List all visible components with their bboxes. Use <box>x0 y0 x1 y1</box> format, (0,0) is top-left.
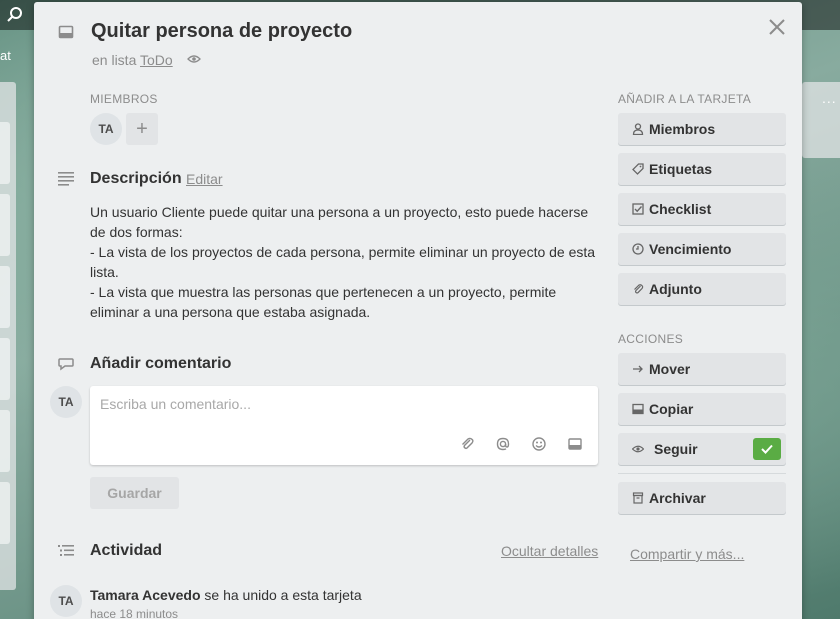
members-button[interactable]: Miembros <box>618 113 786 145</box>
checklist-button[interactable]: Checklist <box>618 193 786 225</box>
comment-box[interactable] <box>90 386 598 465</box>
tag-icon <box>632 163 644 175</box>
description-text[interactable]: Un usuario Cliente puede quitar una pers… <box>90 202 605 322</box>
card-icon <box>58 25 74 39</box>
description-line: - La vista que muestra las personas que … <box>90 284 557 320</box>
background-card <box>0 410 10 472</box>
in-list-prefix: en lista <box>92 52 137 68</box>
description-icon <box>58 172 74 186</box>
members-label: MIEMBROS <box>90 92 158 106</box>
sidebar-divider <box>618 473 786 474</box>
actions-label: ACCIONES <box>618 332 684 346</box>
description-line: Un usuario Cliente puede quitar una pers… <box>90 204 589 240</box>
board-title-fragment[interactable]: at <box>0 48 11 63</box>
attachment-button[interactable]: Adjunto <box>618 273 786 305</box>
emoji-icon[interactable] <box>531 436 547 452</box>
attachment-icon[interactable] <box>459 436 475 452</box>
comment-icon <box>58 358 74 371</box>
activity-icon <box>58 545 74 556</box>
move-button-label: Mover <box>649 361 691 377</box>
eye-icon <box>187 55 201 63</box>
card-title[interactable]: Quitar persona de proyecto <box>91 20 352 43</box>
comment-input[interactable] <box>100 396 580 412</box>
person-icon <box>632 123 644 135</box>
checklist-button-label: Checklist <box>649 201 712 217</box>
subscribe-button-label: Seguir <box>654 441 698 457</box>
in-list-line: en lista ToDo <box>92 52 173 68</box>
add-to-card-label: AÑADIR A LA TARJETA <box>618 92 752 106</box>
close-icon[interactable] <box>766 16 788 38</box>
due-date-button[interactable]: Vencimiento <box>618 233 786 265</box>
activity-timestamp[interactable]: hace 18 minutos <box>90 607 178 619</box>
list-menu-dots[interactable]: ... <box>822 90 837 106</box>
add-member-button[interactable]: + <box>126 113 158 145</box>
labels-button[interactable]: Etiquetas <box>618 153 786 185</box>
avatar[interactable]: TA <box>50 585 82 617</box>
list-name-link[interactable]: ToDo <box>140 52 173 68</box>
checkmark-icon <box>761 444 773 454</box>
background-card <box>0 122 10 184</box>
mention-icon[interactable] <box>495 436 511 452</box>
copy-button[interactable]: Copiar <box>618 393 786 425</box>
hide-details-link[interactable]: Ocultar detalles <box>501 543 598 559</box>
activity-user[interactable]: Tamara Acevedo <box>90 587 201 603</box>
avatar[interactable]: TA <box>50 386 82 418</box>
checkbox-icon <box>632 203 644 215</box>
due-date-button-label: Vencimiento <box>649 241 732 257</box>
labels-button-label: Etiquetas <box>649 161 713 177</box>
subscribe-button[interactable]: Seguir <box>618 433 786 465</box>
search-icon[interactable] <box>6 6 24 24</box>
activity-entry: Tamara Acevedo se ha unido a esta tarjet… <box>90 587 362 603</box>
background-card <box>0 482 10 544</box>
copy-button-label: Copiar <box>649 401 694 417</box>
card-icon[interactable] <box>567 436 583 452</box>
arrow-right-icon <box>633 365 643 373</box>
eye-icon <box>632 445 644 453</box>
paperclip-icon <box>634 284 644 294</box>
activity-heading: Actividad <box>90 542 163 559</box>
archive-button[interactable]: Archivar <box>618 482 786 514</box>
members-button-label: Miembros <box>649 121 716 137</box>
edit-description-link[interactable]: Editar <box>186 171 223 187</box>
background-card <box>0 338 10 400</box>
save-comment-button[interactable]: Guardar <box>90 477 179 509</box>
add-comment-heading: Añadir comentario <box>90 355 232 372</box>
background-card <box>0 194 10 256</box>
move-button[interactable]: Mover <box>618 353 786 385</box>
card-icon <box>632 403 644 415</box>
activity-action: se ha unido a esta tarjeta <box>204 587 362 603</box>
description-heading: Descripción <box>90 170 182 187</box>
avatar[interactable]: TA <box>90 113 122 145</box>
background-card <box>0 266 10 328</box>
share-and-more-link[interactable]: Compartir y más... <box>630 546 744 562</box>
archive-icon <box>632 492 644 504</box>
clock-icon <box>632 243 644 255</box>
subscribed-badge <box>753 438 781 460</box>
archive-button-label: Archivar <box>649 490 706 506</box>
attachment-button-label: Adjunto <box>649 281 702 297</box>
description-line: - La vista de los proyectos de cada pers… <box>90 244 596 280</box>
